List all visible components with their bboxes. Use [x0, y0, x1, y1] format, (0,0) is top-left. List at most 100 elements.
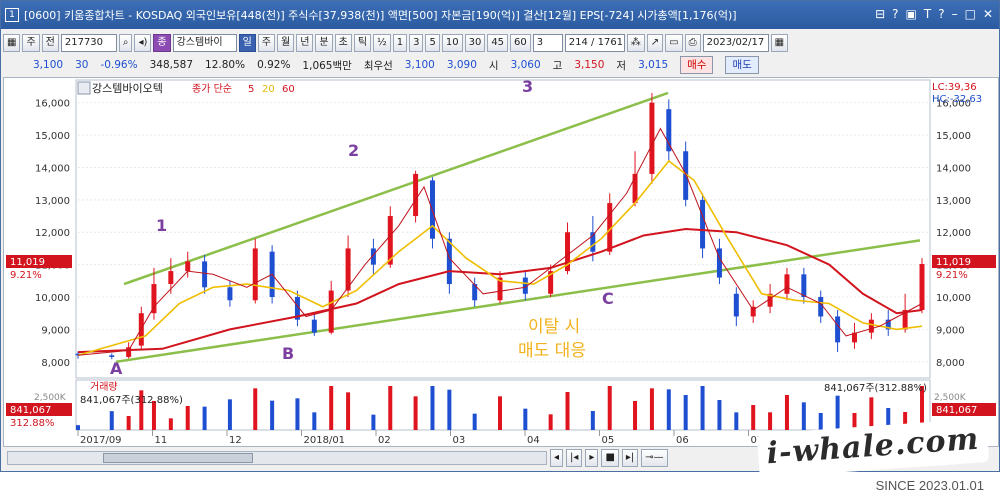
minute-45-button[interactable]: 45 — [487, 33, 509, 52]
stock-code-input[interactable]: 217730 — [60, 33, 117, 52]
x-tick-label: 11 — [155, 435, 168, 446]
trade-amount: 1,065백만 — [302, 59, 352, 72]
trend-tool-icon[interactable]: ↗ — [646, 33, 664, 52]
x-tick-label: 2017/09 — [80, 435, 122, 446]
volume-bar — [633, 401, 638, 430]
date-input[interactable]: 2023/02/17 — [702, 33, 769, 52]
interval-day-tab[interactable]: 일 — [238, 33, 256, 52]
print-icon[interactable]: ⎙ — [684, 33, 701, 52]
search-icon[interactable]: ⌕ — [118, 33, 133, 52]
volume-bar — [447, 389, 452, 430]
prev-button[interactable]: 전 — [41, 33, 59, 52]
since-caption: SINCE 2023.01.01 — [875, 478, 984, 493]
volume-bar — [295, 398, 300, 430]
high-label: 고 — [552, 59, 563, 72]
minute-30-button[interactable]: 30 — [464, 33, 486, 52]
interval-minute-tab[interactable]: 분 — [315, 33, 333, 52]
candle-body — [227, 287, 233, 301]
play-icon[interactable]: ▸ — [585, 449, 599, 467]
zoom-slider-icon[interactable]: ⊸— — [641, 449, 668, 467]
lc-label: LC:39,36 — [932, 82, 977, 93]
x-tick-label: 04 — [527, 435, 540, 446]
volume-bar — [168, 418, 173, 430]
question-icon[interactable]: ? — [938, 7, 944, 21]
interval-week-tab[interactable]: 주 — [257, 33, 275, 52]
minute-1-button[interactable]: 1 — [392, 33, 408, 52]
volume-bar — [472, 413, 477, 430]
minimize-icon[interactable]: – — [952, 7, 958, 21]
volume-bar — [700, 386, 705, 430]
minute-10-button[interactable]: 10 — [441, 33, 463, 52]
volume-bar — [548, 414, 553, 430]
y-tick-label: 14,000 — [936, 163, 971, 174]
low-label: 저 — [616, 59, 627, 72]
high-price: 3,150 — [574, 59, 605, 71]
price-change-pct: -0.96% — [100, 59, 138, 71]
last-icon[interactable]: ▸| — [621, 449, 639, 467]
candle-body — [700, 199, 706, 249]
sound-icon[interactable]: ◂) — [134, 33, 152, 52]
volume-bar — [801, 402, 806, 430]
candle-body — [311, 319, 317, 333]
help-icon[interactable]: ? — [892, 7, 898, 21]
volume-bar — [388, 386, 393, 430]
candle-body — [126, 347, 132, 357]
grid-icon[interactable]: ▦ — [3, 33, 21, 52]
volume-bar — [751, 405, 756, 430]
toolbar: ▦ 주 전 217730 ⌕ ◂) 종 강스템바이 일 주 월 년 분 초 틱 … — [3, 32, 999, 53]
stock-name-field[interactable]: 강스템바이 — [172, 33, 237, 52]
y-tick-label: 15,000 — [35, 131, 70, 142]
calendar-icon[interactable]: ▦ — [770, 33, 789, 52]
scroll-thumb[interactable] — [103, 453, 253, 463]
text-icon[interactable]: T — [924, 7, 931, 21]
volume-bar — [666, 389, 671, 430]
save-icon[interactable]: ▭ — [665, 33, 683, 52]
volume-bar — [253, 388, 258, 430]
sell-button[interactable]: 매도 — [725, 56, 759, 74]
indicator-icon[interactable]: ⁂ — [626, 33, 645, 52]
price-change: 30 — [75, 59, 89, 71]
volume-bar — [126, 416, 131, 430]
link-icon[interactable]: ⊟ — [875, 7, 885, 21]
low-price: 3,015 — [638, 59, 669, 71]
fraction-button[interactable]: ½ — [373, 33, 391, 52]
candle-body — [835, 316, 841, 343]
window-controls: ⊟ ? ▣ T ? – □ ✕ — [875, 7, 993, 21]
scroll-left-icon[interactable]: ◂ — [550, 449, 564, 467]
volume-bar — [768, 412, 773, 430]
right-price-axis: 8,0009,00010,00011,00012,00013,00014,000… — [936, 99, 971, 369]
best-quote-label: 최우선 — [363, 59, 393, 72]
open-label: 시 — [488, 59, 499, 72]
x-tick-label: 02 — [378, 435, 391, 446]
x-tick-label: 03 — [453, 435, 466, 446]
volume-bar — [498, 396, 502, 430]
volume-bar — [202, 406, 207, 430]
volume-value-left: 841,067주(312.88%) — [80, 395, 183, 406]
interval-second-tab[interactable]: 초 — [334, 33, 352, 52]
minute-3-button[interactable]: 3 — [409, 33, 424, 52]
close-icon[interactable]: ✕ — [983, 7, 993, 21]
minute-60-button[interactable]: 60 — [510, 33, 531, 52]
price-pane — [75, 79, 931, 379]
maximize-icon[interactable]: □ — [965, 7, 976, 21]
count-select[interactable]: 3 — [532, 33, 563, 52]
minute-5-button[interactable]: 5 — [425, 33, 440, 52]
stop-icon[interactable]: ■ — [601, 449, 619, 467]
candle-body — [801, 274, 807, 298]
volume-bar — [413, 396, 418, 430]
first-icon[interactable]: |◂ — [566, 449, 583, 467]
interval-year-tab[interactable]: 년 — [296, 33, 314, 52]
volume-bar — [717, 400, 722, 430]
open-price: 3,060 — [510, 59, 541, 71]
interval-tick-tab[interactable]: 틱 — [353, 33, 372, 52]
chart-area[interactable]: 8,0009,00010,00011,00012,00013,00014,000… — [3, 77, 999, 447]
period-type-select[interactable]: 주 — [22, 33, 40, 52]
interval-month-tab[interactable]: 월 — [277, 33, 295, 52]
pane-menu-icon[interactable] — [77, 81, 91, 95]
buy-button[interactable]: 매수 — [680, 56, 714, 74]
price-chart[interactable]: 8,0009,00010,00011,00012,00013,00014,000… — [4, 77, 998, 446]
x-tick-label: 2018/01 — [304, 435, 346, 446]
time-scrollbar[interactable] — [7, 451, 547, 465]
restore-icon[interactable]: ▣ — [906, 7, 917, 21]
volume-bar — [346, 392, 351, 430]
